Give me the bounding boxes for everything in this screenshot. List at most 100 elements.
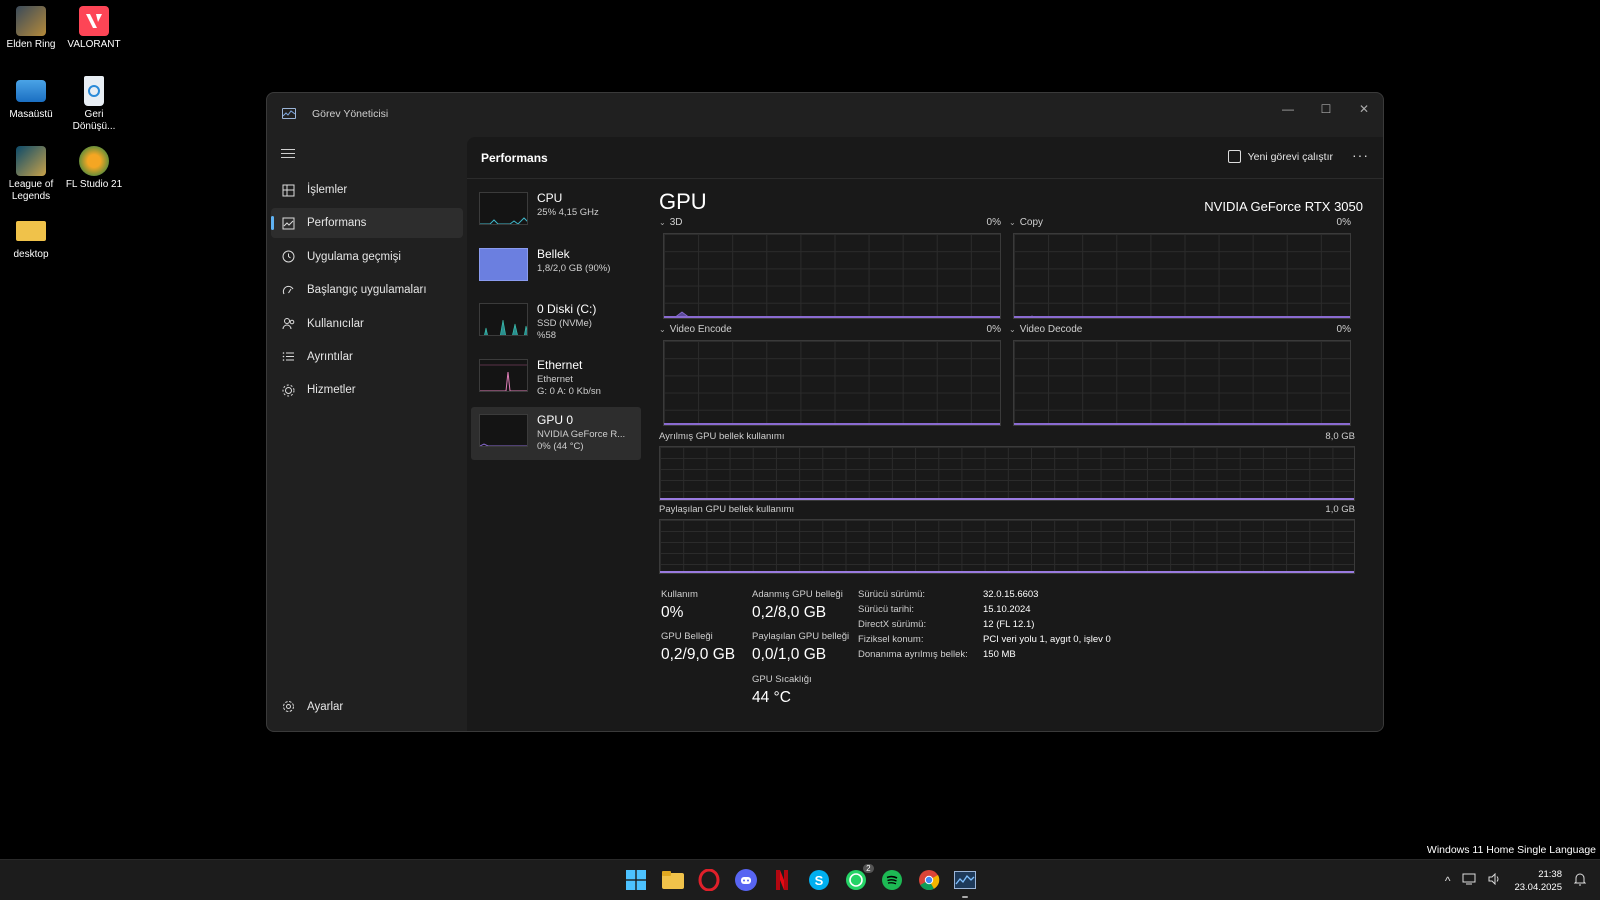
- file-explorer-icon[interactable]: [661, 868, 685, 892]
- engine-selector-3d[interactable]: ⌄ 3D: [659, 217, 683, 233]
- desktop-icon-folder[interactable]: desktop: [0, 216, 62, 261]
- sidebar-item-startup[interactable]: Başlangıç uygulamaları: [271, 275, 463, 305]
- maximize-button[interactable]: ☐: [1307, 93, 1345, 125]
- device-name: Ethernet: [537, 357, 583, 372]
- property-row: Donanıma ayrılmış bellek: 150 MB: [858, 649, 1111, 664]
- device-item-disk[interactable]: 0 Diski (C:) SSD (NVMe) %58: [471, 296, 641, 349]
- device-item-memory[interactable]: Bellek 1,8/2,0 GB (90%): [471, 241, 641, 294]
- page-title: Performans: [481, 151, 548, 165]
- users-icon: [281, 317, 295, 331]
- netflix-icon[interactable]: [770, 868, 794, 892]
- cpu-thumbnail-graph: [479, 192, 528, 225]
- engine-name: Copy: [1019, 217, 1044, 228]
- desktop-icon-league[interactable]: League of Legends: [0, 146, 62, 203]
- desktop-icon-fl-studio[interactable]: FL Studio 21: [63, 146, 125, 191]
- gpu-model: NVIDIA GeForce RTX 3050: [1204, 199, 1363, 214]
- engine-name: Video Encode: [669, 324, 732, 335]
- desktop-icon-label: Elden Ring: [6, 39, 56, 50]
- device-list: CPU 25% 4,15 GHz Bellek 1,8/2,0 GB (90%)…: [471, 185, 641, 463]
- spotify-icon[interactable]: [880, 868, 904, 892]
- property-value: 15.10.2024: [983, 604, 1031, 615]
- sidebar-item-services[interactable]: Hizmetler: [271, 375, 463, 405]
- desktop-icons: Elden Ring VALORANT Masaüstü Geri Dönüşü…: [0, 0, 160, 270]
- minimize-button[interactable]: —: [1269, 93, 1307, 125]
- graph-video-encode-plot: [663, 340, 1001, 426]
- dedicated-memory-graph: [659, 446, 1355, 501]
- desktop-icon-label: Geri Dönüşü...: [72, 109, 116, 132]
- device-detail: G: 0 A: 0 Kb/sn: [537, 385, 601, 397]
- sidebar-item-processes[interactable]: İşlemler: [271, 175, 463, 205]
- graph-video-decode: ⌄ Video Decode 0%: [1009, 324, 1351, 426]
- more-options-button[interactable]: ···: [1352, 147, 1369, 163]
- graph-video-encode: ⌄ Video Encode 0%: [659, 324, 1001, 426]
- task-manager-window: Görev Yöneticisi — ☐ ✕ İşlemler Performa…: [266, 92, 1384, 732]
- device-name: CPU: [537, 191, 563, 205]
- sidebar-item-details[interactable]: Ayrıntılar: [271, 342, 463, 372]
- stat-label: GPU Belleği: [661, 631, 713, 642]
- discord-icon[interactable]: [734, 868, 758, 892]
- device-detail: 25% 4,15 GHz: [537, 207, 599, 218]
- desktop-icon-label: FL Studio 21: [65, 179, 123, 190]
- network-icon[interactable]: [1462, 873, 1476, 888]
- chevron-down-icon: ⌄: [659, 325, 666, 334]
- stat-dedicated-memory: Adanmış GPU belleği 0,2/8,0 GB: [752, 589, 843, 622]
- sidebar-item-settings[interactable]: Ayarlar: [271, 692, 463, 722]
- device-item-cpu[interactable]: CPU 25% 4,15 GHz: [471, 185, 641, 238]
- graph-3d-plot: [663, 233, 1001, 319]
- chevron-down-icon: ⌄: [1009, 218, 1016, 227]
- task-manager-icon: [282, 108, 296, 119]
- chrome-icon[interactable]: [917, 868, 941, 892]
- opera-icon[interactable]: [697, 868, 721, 892]
- notification-bell-icon[interactable]: [1573, 873, 1587, 889]
- valorant-icon: [79, 6, 109, 36]
- task-manager-icon[interactable]: [953, 868, 977, 898]
- property-row: DirectX sürümü: 12 (FL 12.1): [858, 619, 1111, 634]
- volume-icon[interactable]: [1488, 872, 1502, 888]
- performance-icon: [281, 216, 295, 230]
- engine-selector-copy[interactable]: ⌄ Copy: [1009, 217, 1043, 233]
- sidebar-item-performance[interactable]: Performans: [271, 208, 463, 239]
- stat-label: GPU Sıcaklığı: [752, 674, 812, 685]
- device-name: Bellek: [537, 246, 570, 261]
- taskbar-apps: S 2: [624, 864, 990, 898]
- hamburger-menu-icon[interactable]: [281, 149, 295, 161]
- device-name: 0 Diski (C:): [537, 302, 597, 317]
- title-bar[interactable]: Görev Yöneticisi — ☐ ✕: [267, 93, 1383, 137]
- sidebar-item-users[interactable]: Kullanıcılar: [271, 309, 463, 339]
- stat-label: Kullanım: [661, 589, 698, 600]
- whatsapp-icon[interactable]: 2: [844, 864, 874, 892]
- stat-shared-memory: Paylaşılan GPU belleği 0,0/1,0 GB: [752, 631, 849, 664]
- device-name: GPU 0: [537, 413, 574, 428]
- run-new-task-button[interactable]: Yeni görevi çalıştır: [1227, 150, 1333, 163]
- disk-thumbnail-graph: [479, 303, 528, 337]
- engine-selector-video-decode[interactable]: ⌄ Video Decode: [1009, 324, 1082, 340]
- sidebar-item-label: İşlemler: [307, 184, 348, 196]
- skype-icon[interactable]: S: [807, 868, 831, 892]
- folder-icon: [16, 221, 46, 241]
- sidebar-item-app-history[interactable]: Uygulama geçmişi: [271, 242, 463, 272]
- desktop-icon-valorant[interactable]: VALORANT: [63, 6, 125, 51]
- property-value: 12 (FL 12.1): [983, 619, 1035, 630]
- stat-value: 0%: [661, 604, 684, 621]
- shared-memory-label: Paylaşılan GPU bellek kullanımı: [659, 504, 795, 515]
- device-item-gpu[interactable]: GPU 0 NVIDIA GeForce R... 0% (44 °C): [471, 407, 641, 461]
- ethernet-thumbnail-graph: [479, 358, 528, 392]
- engine-selector-video-encode[interactable]: ⌄ Video Encode: [659, 324, 732, 340]
- stat-value: 0,2/8,0 GB: [752, 604, 827, 621]
- close-button[interactable]: ✕: [1345, 93, 1383, 125]
- desktop-icon-elden-ring[interactable]: Elden Ring: [0, 6, 62, 51]
- stat-value: 0,2/9,0 GB: [661, 646, 736, 663]
- taskbar: S 2 ^ 21:38 23.04.2025: [0, 859, 1600, 900]
- start-icon[interactable]: [624, 868, 648, 892]
- chevron-up-icon[interactable]: ^: [1445, 874, 1451, 888]
- device-item-ethernet[interactable]: Ethernet Ethernet G: 0 A: 0 Kb/sn: [471, 352, 641, 405]
- desktop-icon-recycle-bin[interactable]: Geri Dönüşü...: [63, 76, 125, 133]
- desktop-icon-masaustu[interactable]: Masaüstü: [0, 76, 62, 121]
- stat-gpu-temperature: GPU Sıcaklığı 44 °C: [752, 674, 812, 707]
- history-icon: [281, 250, 295, 264]
- run-new-task-label: Yeni görevi çalıştır: [1247, 150, 1333, 163]
- svg-text:S: S: [815, 873, 824, 888]
- clock[interactable]: 21:38 23.04.2025: [1514, 868, 1562, 894]
- stat-label: Paylaşılan GPU belleği: [752, 631, 850, 642]
- stat-usage: Kullanım 0%: [661, 589, 698, 622]
